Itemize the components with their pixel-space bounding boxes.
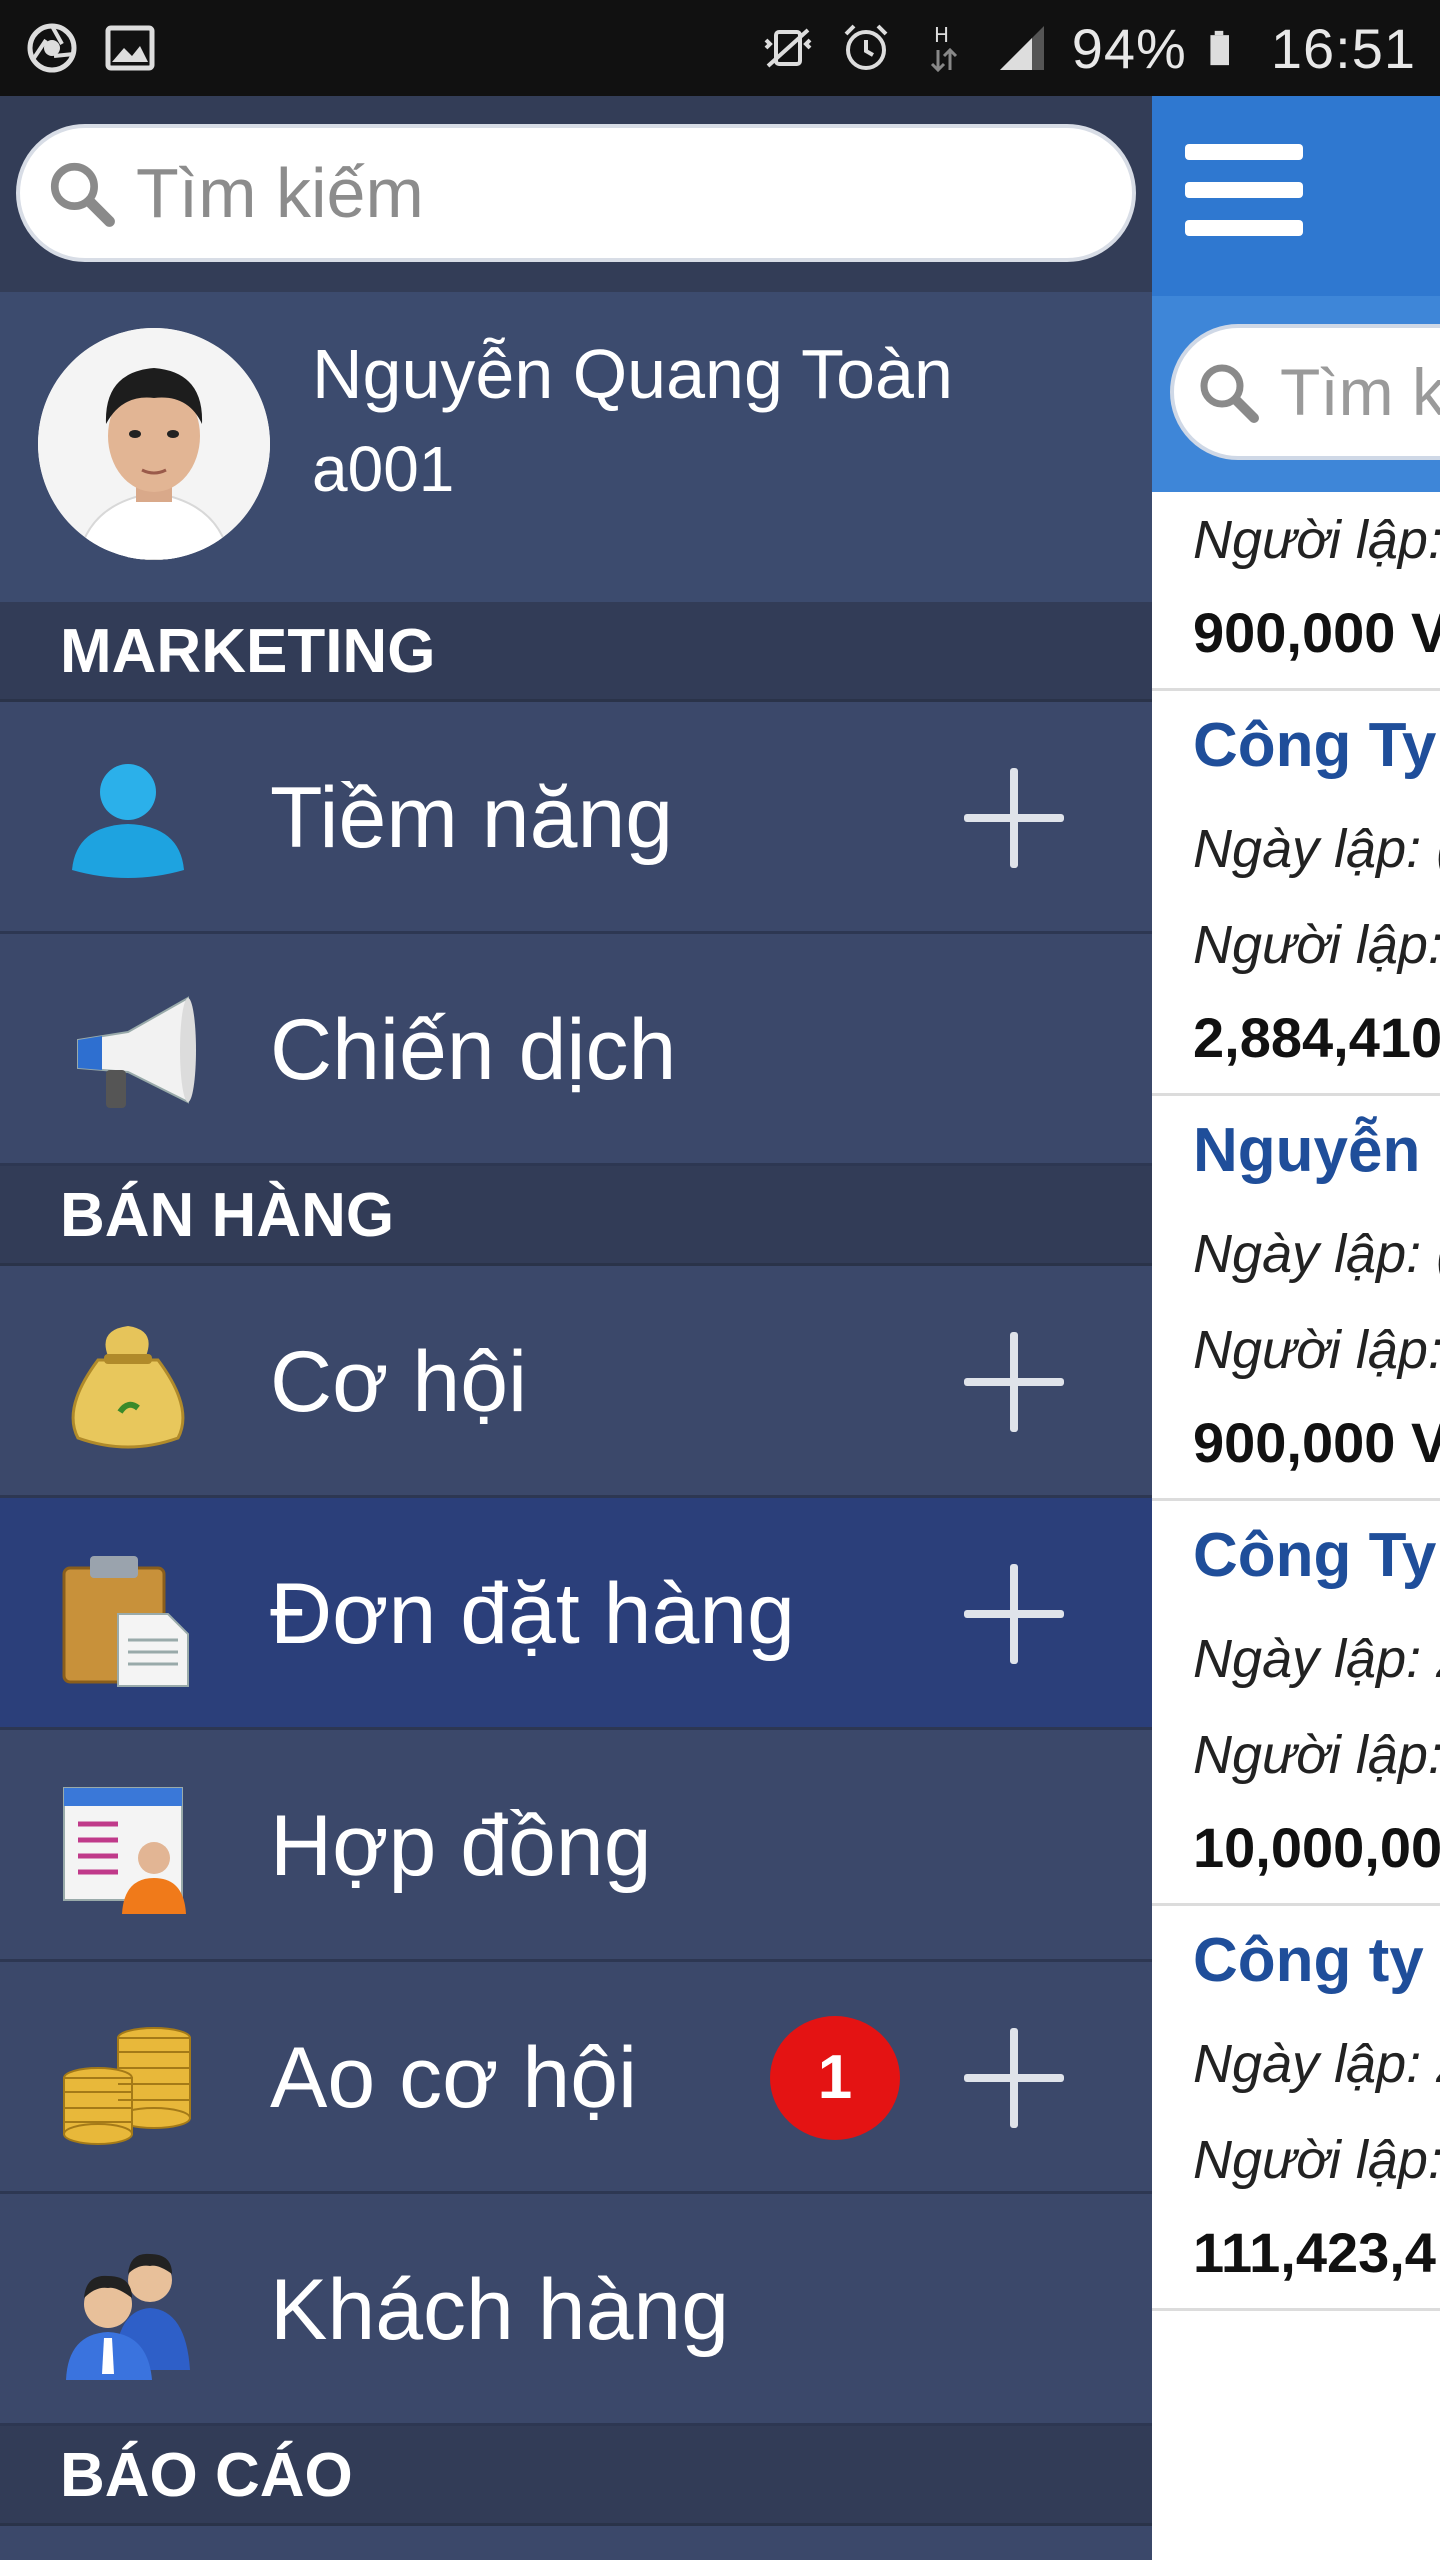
clock: 16:51 [1270, 16, 1416, 80]
coins-icon [63, 2027, 191, 2145]
add-ao-co-hoi-button[interactable] [964, 2028, 1064, 2128]
battery-icon [1210, 30, 1229, 66]
order-amount: 900,000 V [1193, 601, 1440, 664]
person-icon [72, 764, 184, 878]
hamburger-line [1185, 182, 1303, 198]
creator-label: Người lập: [1193, 2130, 1440, 2190]
menu-item-don-dat-hang[interactable]: Đơn đặt hàng [0, 1498, 1152, 1730]
order-amount: 2,884,410 [1193, 1006, 1440, 1069]
money-bag-icon [71, 1326, 185, 1449]
alarm-icon [844, 24, 888, 70]
menu-item-hop-dong[interactable]: Hợp đồng [0, 1730, 1152, 1962]
date-label: Ngày lập: ( [1193, 819, 1440, 879]
megaphone-icon [77, 996, 196, 1108]
date-label: Ngày lập: 2 [1193, 2034, 1440, 2094]
add-don-dat-hang-button[interactable] [964, 1564, 1064, 1664]
menu-item-ao-co-hoi[interactable]: Ao cơ hội 1 [0, 1962, 1152, 2194]
data-arrows-icon: H [930, 23, 957, 73]
add-co-hoi-button[interactable] [964, 1332, 1064, 1432]
drawer-search-field[interactable] [16, 124, 1136, 262]
navigation-drawer: Nguyễn Quang Toàn a001 MARKETING Tiềm nă… [0, 96, 1152, 2560]
section-header-ban-hang: BÁN HÀNG [0, 1166, 1152, 1266]
menu-item-tiem-nang[interactable]: Tiềm năng [0, 702, 1152, 934]
creator-label: Người lập: [1193, 915, 1440, 975]
menu-label: Cơ hội [270, 1334, 528, 1430]
date-label: Ngày lập: ( [1193, 1224, 1440, 1284]
order-amount: 10,000,00 [1193, 1816, 1440, 1879]
menu-label: Đơn đặt hàng [270, 1566, 795, 1662]
profile-user-id: a001 [312, 433, 455, 505]
date-label: Ngày lập: 2 [1193, 1629, 1440, 1689]
notification-badge: 1 [770, 2016, 900, 2140]
order-customer: Công Ty [1193, 1521, 1437, 1590]
creator-label: Người lập: [1193, 1725, 1440, 1785]
status-bar: H 94% 16:51 [0, 0, 1440, 96]
creator-label: Người lập: [1193, 510, 1440, 570]
order-amount: 900,000 V [1193, 1411, 1440, 1474]
mute-icon [764, 28, 812, 68]
menu-label: Tiềm năng [270, 770, 674, 866]
list-search-placeholder: Tìm k [1280, 355, 1440, 429]
hamburger-line [1185, 220, 1303, 236]
drawer-search-input[interactable] [134, 152, 1038, 234]
add-tiem-nang-button[interactable] [964, 768, 1064, 868]
avatar [38, 328, 270, 560]
battery-percent: 94% [1071, 16, 1187, 80]
signal-icon [999, 26, 1044, 70]
order-amount: 111,423,4 [1193, 2221, 1436, 2284]
contract-icon [63, 1787, 186, 1914]
avatar-photo [38, 328, 270, 560]
menu-item-co-hoi[interactable]: Cơ hội [0, 1266, 1152, 1498]
section-header-marketing: MARKETING [0, 602, 1152, 702]
creator-label: Người lập: [1193, 1320, 1440, 1380]
hamburger-line [1185, 144, 1303, 160]
section-header-bao-cao: BÁO CÁO [0, 2426, 1152, 2526]
profile-name: Nguyễn Quang Toàn [312, 335, 953, 413]
search-icon [50, 162, 115, 227]
menu-item-khach-hang[interactable]: Khách hàng [0, 2194, 1152, 2426]
customers-icon [66, 2253, 190, 2380]
chrome-icon [27, 23, 77, 73]
menu-label: Khách hàng [270, 2262, 730, 2358]
hamburger-menu-button[interactable] [1185, 144, 1315, 244]
menu-label: Hợp đồng [270, 1798, 652, 1894]
order-customer: Công Ty [1193, 711, 1437, 780]
search-icon [1200, 364, 1259, 423]
list-search-input[interactable]: Tìm k [1170, 324, 1440, 460]
order-customer: Nguyễn [1193, 1116, 1421, 1185]
user-profile[interactable]: Nguyễn Quang Toàn a001 [0, 292, 1152, 606]
menu-label: Ao cơ hội [270, 2030, 638, 2126]
gallery-icon [105, 25, 155, 71]
clipboard-icon [62, 1556, 189, 1687]
svg-text:H: H [934, 23, 949, 47]
order-customer: Công ty [1193, 1926, 1424, 1995]
drawer-search-bar [0, 96, 1152, 292]
menu-item-chien-dich[interactable]: Chiến dịch [0, 934, 1152, 1166]
menu-label: Chiến dịch [270, 1002, 677, 1098]
